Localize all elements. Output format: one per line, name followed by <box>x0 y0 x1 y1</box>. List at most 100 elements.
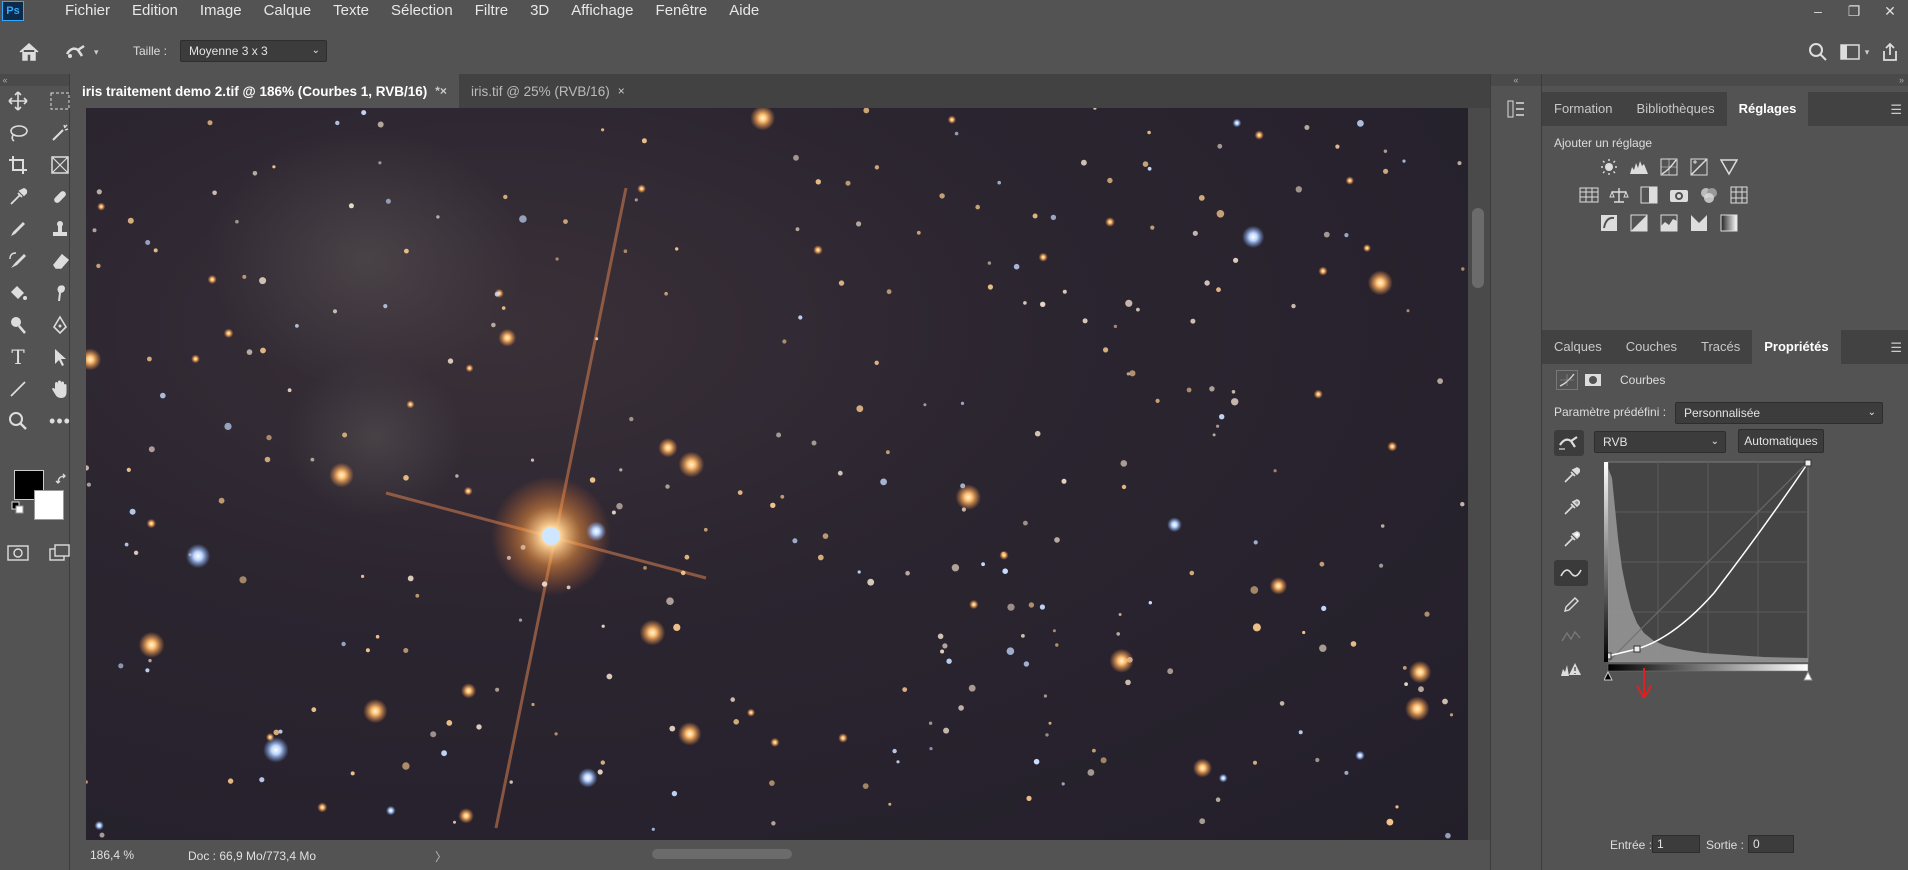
status-menu-arrow[interactable]: 〉 <box>435 848 447 865</box>
vertical-scrollbar[interactable] <box>1468 108 1490 840</box>
smudge-tool-icon[interactable] <box>46 280 74 306</box>
eraser-tool-icon[interactable] <box>46 248 74 274</box>
vertical-scroll-thumb[interactable] <box>1472 208 1484 288</box>
tab-calques[interactable]: Calques <box>1542 330 1614 364</box>
dock-collapse-bar[interactable]: « <box>1491 74 1541 86</box>
restore-icon[interactable]: ❐ <box>1836 0 1872 22</box>
close-icon[interactable]: × <box>618 84 625 98</box>
document-canvas[interactable] <box>86 108 1468 840</box>
menu-item[interactable]: Sélection <box>380 0 464 22</box>
frame-tool-icon[interactable] <box>46 152 74 178</box>
doc-tab-active[interactable]: iris traitement demo 2.tif @ 186% (Courb… <box>70 74 459 108</box>
posterize-icon[interactable] <box>1628 212 1650 234</box>
invert-icon[interactable] <box>1598 212 1620 234</box>
tool-preset-picker[interactable]: ▾ <box>64 40 114 64</box>
menu-item[interactable]: Fenêtre <box>645 0 719 22</box>
tab-couches[interactable]: Couches <box>1614 330 1689 364</box>
menu-item[interactable]: Texte <box>322 0 380 22</box>
clipping-warning-icon[interactable] <box>1554 656 1588 682</box>
horizontal-scroll-thumb[interactable] <box>652 849 792 859</box>
horizontal-scrollbar[interactable] <box>580 846 1480 862</box>
search-icon[interactable] <box>1800 40 1836 64</box>
swap-colors-icon[interactable] <box>54 472 70 488</box>
minimize-icon[interactable]: – <box>1800 0 1836 22</box>
entree-input[interactable]: 1 <box>1652 835 1700 853</box>
screen-mode-icon[interactable] <box>46 540 74 566</box>
menu-item[interactable]: Aide <box>718 0 770 22</box>
clone-stamp-icon[interactable] <box>46 216 74 242</box>
channel-select[interactable]: RVB ⌄ <box>1594 431 1726 453</box>
brightness-contrast-icon[interactable] <box>1598 156 1620 178</box>
eyedropper-tool-icon[interactable] <box>4 184 32 210</box>
menu-item[interactable]: Calque <box>253 0 323 22</box>
threshold-icon[interactable] <box>1658 212 1680 234</box>
history-brush-icon[interactable] <box>4 248 32 274</box>
home-icon[interactable] <box>14 40 44 64</box>
path-selection-icon[interactable] <box>46 344 74 370</box>
brush-tool-icon[interactable] <box>4 216 32 242</box>
crop-tool-icon[interactable] <box>4 152 32 178</box>
zoom-tool-icon[interactable] <box>4 408 32 434</box>
gradient-map-icon[interactable] <box>1688 212 1710 234</box>
dodge-tool-icon[interactable] <box>4 312 32 338</box>
panel-menu-icon[interactable]: ☰ <box>1890 102 1902 118</box>
lasso-tool-icon[interactable] <box>4 120 32 146</box>
exposure-icon[interactable] <box>1688 156 1710 178</box>
tab-traces[interactable]: Tracés <box>1689 330 1752 364</box>
menu-item[interactable]: Fichier <box>54 0 121 22</box>
eyedropper-black-icon[interactable] <box>1554 462 1588 488</box>
mask-icon[interactable] <box>1582 370 1604 390</box>
background-color-swatch[interactable] <box>34 490 64 520</box>
doc-tab-inactive[interactable]: iris.tif @ 25% (RVB/16) × <box>458 74 637 108</box>
on-image-adjust-tool[interactable] <box>1554 430 1584 456</box>
hue-saturation-icon[interactable] <box>1578 184 1600 206</box>
color-lookup-icon[interactable] <box>1728 184 1750 206</box>
close-icon[interactable]: ✕ <box>1872 0 1908 22</box>
quick-mask-icon[interactable] <box>4 540 32 566</box>
toolbar-collapse-bar[interactable]: « <box>0 74 69 86</box>
tab-reglages[interactable]: Réglages <box>1726 92 1809 126</box>
menu-item[interactable]: Image <box>189 0 253 22</box>
selective-color-icon[interactable] <box>1718 212 1740 234</box>
curves-icon[interactable] <box>1658 156 1680 178</box>
curves-graph[interactable] <box>1604 458 1820 698</box>
tab-formation[interactable]: Formation <box>1542 92 1625 126</box>
panel-menu-icon[interactable]: ☰ <box>1890 340 1902 356</box>
auto-button[interactable]: Automatiques <box>1738 429 1824 453</box>
menu-item[interactable]: Filtre <box>464 0 519 22</box>
photo-filter-icon[interactable] <box>1668 184 1690 206</box>
black-white-icon[interactable] <box>1638 184 1660 206</box>
pen-tool-icon[interactable] <box>46 312 74 338</box>
right-dock-collapse-bar[interactable]: » <box>1542 74 1908 86</box>
close-icon[interactable]: *× <box>435 84 447 98</box>
workspace-icon[interactable]: ▾ <box>1836 40 1872 64</box>
curve-point-tool-icon[interactable] <box>1554 560 1588 586</box>
move-tool-icon[interactable] <box>4 88 32 114</box>
hand-tool-icon[interactable] <box>46 376 74 402</box>
tab-proprietes[interactable]: Propriétés <box>1752 330 1841 364</box>
healing-brush-icon[interactable] <box>46 184 74 210</box>
history-panel-icon[interactable] <box>1503 96 1529 122</box>
menu-item[interactable]: Edition <box>121 0 189 22</box>
magic-wand-icon[interactable] <box>46 120 74 146</box>
paint-bucket-icon[interactable] <box>4 280 32 306</box>
smooth-curve-icon[interactable] <box>1554 624 1588 650</box>
channel-mixer-icon[interactable] <box>1698 184 1720 206</box>
taille-select[interactable]: Moyenne 3 x 3 ⌄ <box>180 40 327 62</box>
eyedropper-gray-icon[interactable] <box>1554 494 1588 520</box>
color-balance-icon[interactable] <box>1608 184 1630 206</box>
curves-adjustment-icon[interactable] <box>1556 370 1578 390</box>
share-icon[interactable] <box>1872 40 1908 64</box>
tab-bibliotheques[interactable]: Bibliothèques <box>1625 92 1727 126</box>
sortie-input[interactable]: 0 <box>1748 835 1794 853</box>
more-tools-icon[interactable]: ••• <box>46 408 74 434</box>
preset-select[interactable]: Personnalisée ⌄ <box>1675 402 1883 424</box>
menu-item[interactable]: Affichage <box>560 0 644 22</box>
type-tool-icon[interactable]: T <box>4 344 32 370</box>
eyedropper-white-icon[interactable] <box>1554 526 1588 552</box>
zoom-level[interactable]: 186,4 % <box>90 848 134 862</box>
levels-icon[interactable] <box>1628 156 1650 178</box>
pencil-curve-icon[interactable] <box>1554 592 1588 618</box>
default-colors-icon[interactable] <box>10 500 26 516</box>
line-tool-icon[interactable] <box>4 376 32 402</box>
